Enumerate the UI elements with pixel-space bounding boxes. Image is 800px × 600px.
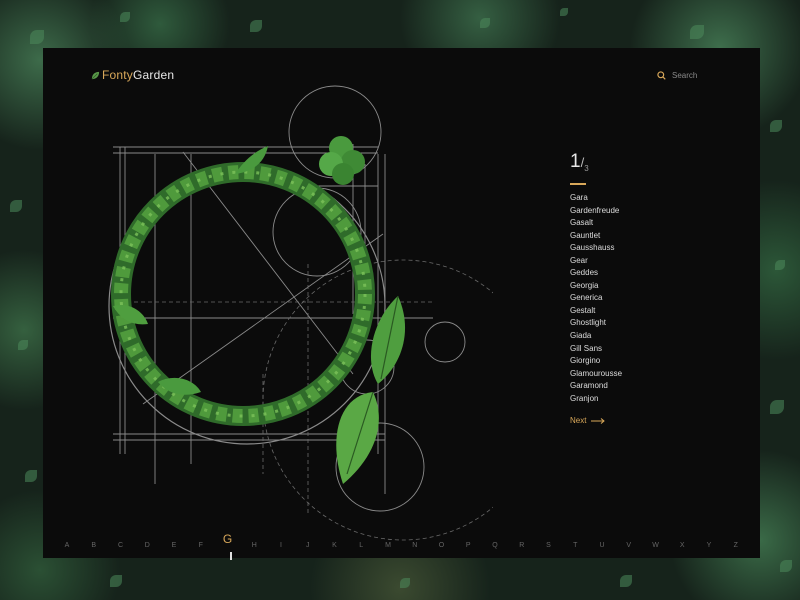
next-button[interactable]: Next bbox=[570, 416, 606, 425]
main-panel: Fonty Garden Search 1/3 Gara Gardenfreud… bbox=[43, 48, 760, 558]
foliage-leaf bbox=[30, 30, 44, 44]
font-list-item[interactable]: Generica bbox=[570, 292, 622, 305]
font-list-item[interactable]: Gasalt bbox=[570, 217, 622, 230]
active-letter-marker bbox=[230, 552, 232, 560]
alphabet-letter-o[interactable]: O bbox=[439, 542, 444, 549]
leaf-letter-artwork bbox=[108, 85, 493, 541]
font-list-item[interactable]: Giada bbox=[570, 330, 622, 343]
alphabet-letter-p[interactable]: P bbox=[466, 542, 471, 549]
alphabet-letter-u[interactable]: U bbox=[599, 542, 604, 549]
foliage-leaf bbox=[25, 470, 37, 482]
foliage-leaf bbox=[690, 25, 704, 39]
font-list-item[interactable]: Gear bbox=[570, 255, 622, 268]
font-list: Gara Gardenfreude Gasalt Gauntlet Gaussh… bbox=[570, 192, 622, 405]
alphabet-letter-t[interactable]: T bbox=[573, 542, 577, 549]
foliage-leaf bbox=[400, 578, 410, 588]
alphabet-letter-l[interactable]: L bbox=[359, 542, 363, 549]
font-list-item[interactable]: Gardenfreude bbox=[570, 205, 622, 218]
alphabet-letter-j[interactable]: J bbox=[306, 542, 310, 549]
alphabet-letter-s[interactable]: S bbox=[546, 542, 551, 549]
alphabet-letter-f[interactable]: F bbox=[199, 542, 203, 549]
font-list-item[interactable]: Geddes bbox=[570, 267, 622, 280]
foliage-leaf bbox=[110, 575, 122, 587]
foliage-leaf bbox=[10, 200, 22, 212]
foliage-leaf bbox=[620, 575, 632, 587]
pager-underline bbox=[570, 183, 586, 185]
font-list-item[interactable]: Garamond bbox=[570, 380, 622, 393]
alphabet-letter-r[interactable]: R bbox=[519, 542, 524, 549]
foliage-leaf bbox=[480, 18, 490, 28]
alphabet-letter-g[interactable]: G bbox=[223, 532, 232, 546]
alphabet-letter-b[interactable]: B bbox=[91, 542, 96, 549]
foliage-leaf bbox=[560, 8, 568, 16]
foliage-leaf bbox=[120, 12, 130, 22]
alphabet-letter-k[interactable]: K bbox=[332, 542, 337, 549]
alphabet-nav: A B C D E F G H I J K L M N O P Q R S T U V W X Y Z bbox=[43, 532, 760, 558]
alphabet-letter-n[interactable]: N bbox=[412, 542, 417, 549]
alphabet-letter-v[interactable]: V bbox=[626, 542, 631, 549]
alphabet-letter-a[interactable]: A bbox=[65, 542, 70, 549]
foliage-leaf bbox=[18, 340, 28, 350]
font-list-item[interactable]: Granjon bbox=[570, 393, 622, 406]
font-list-item[interactable]: Glamourousse bbox=[570, 368, 622, 381]
font-list-item[interactable]: Gausshauss bbox=[570, 242, 622, 255]
pager-total: 3 bbox=[584, 164, 589, 173]
alphabet-letter-h[interactable]: H bbox=[252, 542, 257, 549]
alphabet-letter-x[interactable]: X bbox=[680, 542, 685, 549]
font-list-item[interactable]: Gill Sans bbox=[570, 343, 622, 356]
font-list-item[interactable]: Gestalt bbox=[570, 305, 622, 318]
alphabet-letter-d[interactable]: D bbox=[145, 542, 150, 549]
pager: 1/3 bbox=[570, 151, 589, 173]
font-list-item[interactable]: Gara bbox=[570, 192, 622, 205]
search-icon bbox=[657, 71, 666, 80]
leaf-icon bbox=[91, 71, 100, 79]
font-list-item[interactable]: Gauntlet bbox=[570, 230, 622, 243]
arrow-right-icon bbox=[591, 417, 606, 424]
alphabet-letter-e[interactable]: E bbox=[172, 542, 177, 549]
next-label: Next bbox=[570, 416, 587, 425]
alphabet-letter-c[interactable]: C bbox=[118, 542, 123, 549]
foliage-leaf bbox=[770, 400, 784, 414]
foliage-leaf bbox=[780, 560, 792, 572]
search-label: Search bbox=[672, 71, 698, 80]
alphabet-letter-w[interactable]: W bbox=[652, 542, 659, 549]
foliage-leaf bbox=[250, 20, 262, 32]
search-button[interactable]: Search bbox=[657, 71, 697, 80]
alphabet-letter-i[interactable]: I bbox=[280, 542, 282, 549]
foliage-leaf bbox=[775, 260, 785, 270]
alphabet-letter-z[interactable]: Z bbox=[734, 542, 738, 549]
alphabet-letter-m[interactable]: M bbox=[385, 542, 391, 549]
pager-current: 1 bbox=[570, 151, 581, 172]
font-list-item[interactable]: Ghostlight bbox=[570, 317, 622, 330]
foliage-leaf bbox=[770, 120, 782, 132]
alphabet-letter-q[interactable]: Q bbox=[492, 542, 497, 549]
alphabet-letter-y[interactable]: Y bbox=[707, 542, 712, 549]
font-list-item[interactable]: Giorgino bbox=[570, 355, 622, 368]
font-list-item[interactable]: Georgia bbox=[570, 280, 622, 293]
